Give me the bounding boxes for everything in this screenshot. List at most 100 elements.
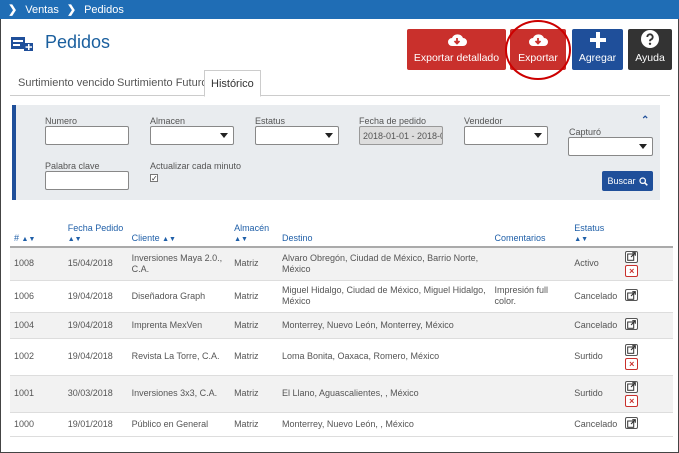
tab-historico[interactable]: Histórico [204,70,261,97]
cell-estatus: Surtido [570,338,622,376]
orders-icon [11,37,33,51]
cell-fecha: 19/04/2018 [63,338,128,376]
sort-icon: ▲▼ [67,236,82,243]
cell-cliente: Inversiones Maya 2.0., C.A. [127,247,231,281]
sort-icon: ▲▼ [162,236,176,243]
tab-surtimiento-vencido[interactable]: Surtimiento vencido [12,70,121,96]
col-destino: Destino [278,220,491,248]
cell-estatus: Cancelado [570,412,622,437]
chevron-up-icon[interactable]: ⌃ [641,115,649,126]
cell-comentarios [490,247,571,281]
delete-icon[interactable]: × [625,357,639,370]
cell-cliente: Revista La Torre, C.A. [127,338,231,376]
col-estatus[interactable]: Estatus ▲▼ [570,220,622,248]
caret-down-icon [639,144,647,149]
col-comentarios: Comentarios [490,220,571,248]
delete-icon[interactable]: × [625,394,639,407]
delete-icon[interactable]: × [625,264,639,277]
plus-icon [589,32,606,48]
fecha-range-input[interactable]: 2018-01-01 - 2018-04 [359,126,443,145]
table-row[interactable]: 1006 19/04/2018 Diseñadora Graph Matriz Migu… [10,280,673,313]
cell-actions: × [621,338,673,376]
external-link-icon[interactable] [625,250,639,263]
table-row[interactable]: 1002 19/04/2018 Revista La Torre, C.A. Matr… [10,338,673,376]
external-link-icon[interactable] [625,380,639,393]
cell-comentarios [490,412,571,437]
cell-cliente: Inversiones 3x3, C.A. [127,375,231,413]
cell-comentarios: Impresión full color. [490,280,571,313]
orders-table: # ▲▼ Fecha Pedido ▲▼ Cliente ▲▼ Almacén ▲▼… [10,220,673,437]
cell-destino: Alvaro Obregón, Ciudad de México, Barrio… [278,247,491,281]
help-button[interactable]: Ayuda [628,29,672,70]
cell-num: 1002 [10,338,64,376]
cell-almacen: Matriz [230,312,278,339]
cell-comentarios [490,338,571,376]
capturo-select[interactable] [568,137,653,156]
col-fecha[interactable]: Fecha Pedido ▲▼ [63,220,128,248]
col-almacen[interactable]: Almacén ▲▼ [230,220,278,248]
cloud-download-icon [447,34,467,46]
caret-down-icon [325,133,333,138]
add-button[interactable]: Agregar [572,29,623,70]
cell-cliente: Imprenta MexVen [127,312,231,339]
keyword-input[interactable] [45,171,129,190]
table-row[interactable]: 1000 19/01/2018 Público en General Matriz Mo… [10,412,673,437]
numero-input[interactable] [45,126,129,145]
table-row[interactable]: 1001 30/03/2018 Inversiones 3x3, C.A. Matri… [10,375,673,413]
export-detailed-label: Exportar detallado [413,52,500,64]
cell-num: 1006 [10,280,64,313]
cell-actions: × [621,375,673,413]
sort-icon: ▲▼ [234,236,248,243]
auto-refresh-checkbox[interactable]: ✓ [150,174,158,183]
cell-fecha: 19/04/2018 [63,280,128,313]
cell-estatus: Cancelado [570,280,622,313]
almacen-select[interactable] [150,126,234,145]
external-link-icon[interactable] [625,343,639,356]
cell-destino: El Llano, Aguascalientes, , México [278,375,491,413]
cell-actions: × [621,247,673,281]
page-title: Pedidos [45,32,111,52]
caret-down-icon [534,133,542,138]
cell-num: 1008 [10,247,64,281]
cell-estatus: Cancelado [570,312,622,339]
external-link-icon[interactable] [625,417,639,430]
table-row[interactable]: 1008 15/04/2018 Inversiones Maya 2.0., C.A… [10,247,673,281]
fecha-label: Fecha de pedido [359,116,427,126]
vendedor-select[interactable] [464,126,548,145]
numero-label: Numero [45,116,78,126]
search-button[interactable]: Buscar [602,171,653,191]
col-cliente[interactable]: Cliente ▲▼ [127,220,231,248]
breadcrumb: ❯ Ventas ❯ Pedidos [0,0,679,19]
cell-num: 1001 [10,375,64,413]
external-link-icon[interactable] [625,289,639,302]
export-detailed-button[interactable]: Exportar detallado [407,29,506,70]
actualizar-label: Actualizar cada minuto [150,161,242,171]
cell-actions [621,312,673,339]
table-header-row: # ▲▼ Fecha Pedido ▲▼ Cliente ▲▼ Almacén ▲▼… [10,220,673,248]
cell-almacen: Matriz [230,247,278,281]
caret-down-icon [220,133,228,138]
cell-fecha: 19/04/2018 [63,312,128,339]
breadcrumb-item-pedidos[interactable]: Pedidos [84,4,124,16]
cell-num: 1000 [10,412,64,437]
estatus-select[interactable] [255,126,339,145]
vendedor-label: Vendedor [464,116,503,126]
cell-fecha: 30/03/2018 [63,375,128,413]
breadcrumb-item-ventas[interactable]: Ventas [25,4,59,16]
cell-fecha: 15/04/2018 [63,247,128,281]
cell-estatus: Activo [570,247,622,281]
external-link-icon[interactable] [625,318,639,331]
capturo-label: Capturó [569,127,602,137]
cell-cliente: Diseñadora Graph [127,280,231,313]
tab-surtimiento-futuro[interactable]: Surtimiento Futuro [111,70,213,96]
search-icon [638,176,648,186]
cell-comentarios [490,312,571,339]
cell-destino: Miguel Hidalgo, Ciudad de México, Miguel… [278,280,491,313]
cell-actions [621,280,673,313]
search-label: Buscar [607,176,636,186]
cell-num: 1004 [10,312,64,339]
table-row[interactable]: 1004 19/04/2018 Imprenta MexVen Matriz Monte… [10,312,673,339]
cell-almacen: Matriz [230,412,278,437]
add-label: Agregar [578,52,617,64]
col-num[interactable]: # ▲▼ [10,220,64,248]
